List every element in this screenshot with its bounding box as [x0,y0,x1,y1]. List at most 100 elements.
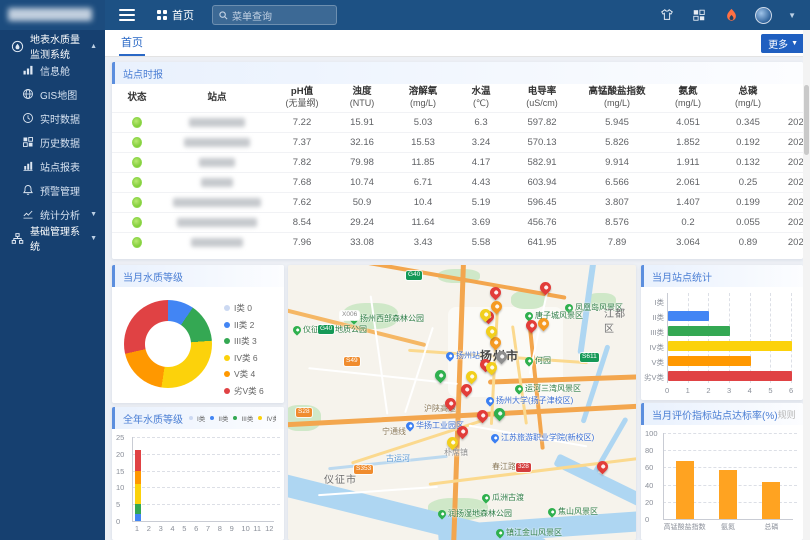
map-poi-label: 扬州西部森林公园 [350,315,424,324]
poi-pin-icon [546,507,557,518]
value-cell: 79.98 [332,152,392,172]
station-map[interactable]: 扬州西部森林公园仪征捺山地质公园凤凰岛风景区唐子城风景区扬州站何园运河三湾风景区… [288,265,636,540]
column-header-2: pH值(无量纲) [272,84,332,112]
sidebar-item-label: 实时数据 [40,111,80,126]
y-tick-label: 25 [116,433,124,442]
compliance-rate-bar-chart: 020406080100高锰酸盐指数氨氮总磷 [641,425,803,539]
layout-icon[interactable] [691,7,707,23]
value-cell: 7.89 [576,232,658,252]
sidebar-item-1[interactable]: GIS地图 [0,82,105,106]
poi-label-text: 仪征捺山地质公园 [303,326,367,335]
legend-item: IV类 [258,413,276,423]
panel-title-monthly-grade: 当月水质等级 [112,265,284,287]
rules-link[interactable]: 规则 [778,408,796,421]
poi-pin-icon [489,433,500,444]
poi-label-text: 扬州西部森林公园 [360,315,424,324]
sidebar-item-4[interactable]: 站点报表 [0,154,105,178]
station-name-redacted [191,238,243,247]
station-name-cell [162,152,272,172]
legend-label: 劣V类 6 [234,385,264,397]
user-avatar[interactable] [755,7,772,24]
legend-label: V类 4 [234,368,255,380]
menu-toggle-icon[interactable] [119,9,135,21]
legend-dot [189,416,193,420]
x-tick-label: 3 [727,386,731,395]
legend-item: IV类 6 [224,352,264,364]
value-cell: 11.64 [392,212,454,232]
v-bar [762,482,780,519]
value-cell: 7.62 [272,192,332,212]
donut-legend: I类 0II类 2III类 3IV类 6V类 4劣V类 6 [224,302,264,397]
value-cell: 3.064 [658,232,718,252]
value-cell: 1.911 [658,152,718,172]
x-tick-label: 12 [265,524,273,533]
sidebar-item-label: 预警管理 [40,183,80,198]
h-bar [668,341,792,351]
status-cell [112,192,162,212]
status-normal-dot [132,177,142,188]
value-cell: 4.17 [454,152,508,172]
v-bar [676,461,694,519]
theme-skin-icon[interactable] [659,7,675,23]
station-pin-green[interactable] [492,406,508,422]
status-normal-dot [132,117,142,128]
map-poi-label: 润扬湿地森林公园 [438,510,512,519]
more-button[interactable]: 更多▼ [761,34,805,53]
gridline [663,450,797,451]
y-tick-label: 20 [116,450,124,459]
value-cell: 7.68 [272,172,332,192]
tab-home[interactable]: 首页 [121,30,143,56]
x-tick-label: 6 [194,524,198,533]
value-cell: 7.22 [272,112,332,132]
x-tick-label: 5 [182,524,186,533]
value-cell: 0.25 [718,172,778,192]
value-cell: 3.43 [392,232,454,252]
sidebar-item-label: 站点报表 [40,159,80,174]
road-badge: G40 [318,325,334,334]
legend-item: I类 [189,413,205,423]
value-cell: 10.4 [392,192,454,212]
sidebar-group-0[interactable]: 地表水质量监测系统▲ [0,34,105,58]
sidebar-item-5[interactable]: 预警管理 [0,178,105,202]
y-tick-label: 60 [645,463,653,472]
page-scrollbar[interactable] [803,30,810,540]
poi-pin-icon [480,493,491,504]
monthly-station-panel: 当月站点统计 0123456I类II类III类IV类V类劣V类 [641,265,803,400]
x-tick-label: 3 [159,524,163,533]
nav-home-link[interactable]: 首页 [157,7,194,23]
scrollbar-thumb[interactable] [804,85,809,155]
poi-label-text: 扬州站 [456,352,480,361]
station-name-cell [162,112,272,132]
poi-label-text: 朴席镇 [444,449,468,458]
table-row: 7.2215.915.036.3597.825.9454.0510.345202… [112,112,810,132]
column-header-9: 总磷(mg/L) [718,84,778,112]
sidebar-item-2[interactable]: 实时数据 [0,106,105,130]
gridline [791,293,792,383]
value-cell: 5.826 [576,132,658,152]
menu-search-input[interactable]: 菜单查询 [212,5,337,25]
flame-icon[interactable] [723,7,739,23]
panel-title-monthly-station: 当月站点统计 [641,265,803,287]
column-header-0: 状态 [112,84,162,112]
sidebar-item-0[interactable]: 信息舱 [0,58,105,82]
chevron-down-icon: ▼ [90,235,97,242]
legend-item: V类 4 [224,368,264,380]
station-name-cell [162,192,272,212]
panel-title-compliance-rate: 当月评价指标站点达标率(%) 规则 [641,403,803,425]
status-normal-dot [132,137,142,148]
value-cell: 7.82 [272,152,332,172]
value-cell: 0.199 [718,192,778,212]
sidebar-group-1[interactable]: 基础管理系统▼ [0,226,105,250]
chevron-up-icon: ▲ [90,43,97,50]
x-axis [663,519,793,520]
gridline [708,293,709,383]
table-row: 7.3732.1615.533.24570.135.8261.8520.1922… [112,132,810,152]
h-bar [668,311,709,321]
value-cell: 0.89 [718,232,778,252]
value-cell: 2.061 [658,172,718,192]
sidebar-item-label: 信息舱 [40,63,70,78]
sidebar-item-3[interactable]: 历史数据 [0,130,105,154]
poi-pin-icon [484,396,495,407]
value-cell: 0.132 [718,152,778,172]
user-menu-chevron-down-icon[interactable]: ▼ [788,11,796,20]
